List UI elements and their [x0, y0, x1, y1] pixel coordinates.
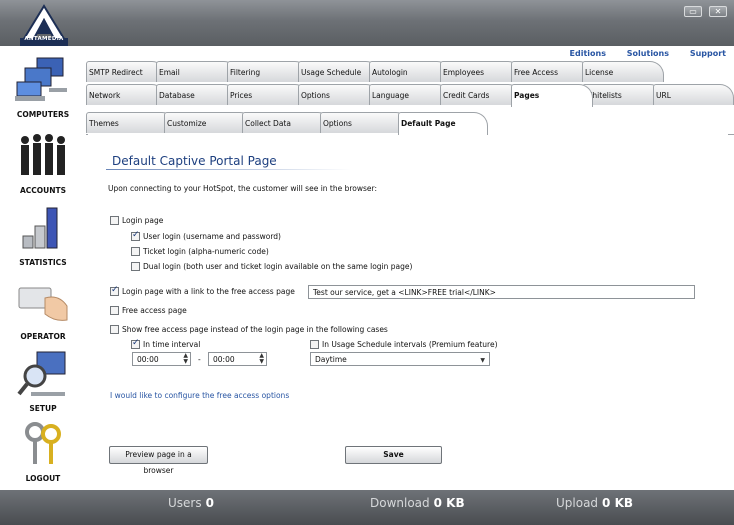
tab-collect-data[interactable]: Collect Data [242, 112, 332, 133]
computers-icon [15, 57, 67, 101]
tab-free-access[interactable]: Free Access [511, 61, 593, 82]
time-interval-checkbox[interactable] [131, 338, 140, 349]
tab-prices[interactable]: Prices [227, 84, 309, 105]
time-to-value: 00:00 [213, 355, 235, 364]
support-link[interactable]: Support [690, 49, 726, 58]
sidebar-label: LOGOUT [25, 474, 61, 483]
spin-arrows-icon[interactable]: ▲ ▼ [183, 353, 188, 365]
magnifier-monitor-icon [17, 351, 66, 396]
usage-schedule-checkbox[interactable] [310, 340, 319, 349]
tab-license[interactable]: License [582, 61, 664, 82]
tab-employees[interactable]: Employees [440, 61, 522, 82]
sidebar-label: SETUP [29, 404, 57, 413]
schedule-select[interactable]: Daytime ▼ [310, 352, 490, 366]
title-underline [106, 169, 351, 170]
time-to-input[interactable]: 00:00 ▲ ▼ [208, 352, 267, 366]
time-from-value: 00:00 [137, 355, 159, 364]
usage-schedule-label: In Usage Schedule intervals (Premium fea… [322, 340, 498, 349]
configure-free-access-link[interactable]: I would like to configure the free acces… [110, 391, 289, 400]
spin-arrows-icon[interactable]: ▲ ▼ [259, 353, 264, 365]
time-separator: - [198, 355, 201, 364]
users-label: Users [168, 496, 202, 510]
tab-database[interactable]: Database [156, 84, 238, 105]
free-access-checkbox[interactable] [110, 306, 119, 315]
tab-email[interactable]: Email [156, 61, 238, 82]
solutions-link[interactable]: Solutions [627, 49, 669, 58]
tab-themes[interactable]: Themes [86, 112, 176, 133]
login-page-checkbox[interactable] [110, 216, 119, 225]
download-label: Download [370, 496, 430, 510]
restore-button[interactable]: ▭ [684, 6, 702, 17]
sidebar-item-statistics[interactable]: STATISTICS [0, 202, 86, 267]
sidebar-label: STATISTICS [19, 258, 67, 267]
bar-chart-icon [22, 207, 58, 249]
tab-language[interactable]: Language [369, 84, 451, 105]
hand-card-icon [18, 287, 68, 321]
sidebar-item-accounts[interactable]: ACCOUNTS [0, 130, 86, 195]
upload-stat: Upload 0 KB [556, 496, 633, 510]
user-login-label: User login (username and password) [143, 232, 281, 241]
login-link-label: Login page with a link to the free acces… [122, 287, 295, 296]
login-page-label: Login page [122, 216, 164, 225]
tab-smtp-redirect[interactable]: SMTP Redirect [86, 61, 166, 82]
time-interval-label: In time interval [143, 340, 201, 349]
people-icon [21, 134, 65, 175]
users-stat: Users 0 [168, 496, 214, 510]
tab-options-sub[interactable]: Options [320, 112, 410, 133]
login-link-checkbox[interactable] [110, 285, 119, 296]
upload-value: 0 KB [602, 496, 634, 510]
upload-label: Upload [556, 496, 599, 510]
tab-url[interactable]: URL [653, 84, 734, 105]
status-bar: Users 0 Download 0 KB Upload 0 KB [0, 490, 734, 525]
logo-text: ANTAMEDIA [24, 36, 64, 42]
close-button[interactable]: ✕ [709, 6, 727, 17]
download-value: 0 KB [433, 496, 465, 510]
show-free-checkbox[interactable] [110, 325, 119, 334]
tab-filtering[interactable]: Filtering [227, 61, 309, 82]
tab-usage-schedule[interactable]: Usage Schedule [298, 61, 380, 82]
top-links: Editions Solutions Support [552, 49, 726, 58]
default-page-content: Default Captive Portal Page Upon connect… [88, 134, 728, 486]
page-title: Default Captive Portal Page [112, 154, 277, 168]
tab-options[interactable]: Options [298, 84, 380, 105]
users-value: 0 [205, 496, 214, 510]
show-free-label: Show free access page instead of the log… [122, 325, 388, 334]
dual-login-label: Dual login (both user and ticket login a… [143, 262, 413, 271]
sidebar-label: COMPUTERS [16, 110, 70, 119]
free-access-label: Free access page [122, 306, 187, 315]
sidebar: COMPUTERS ACCOUNTS STATISTICS OPERATOR S… [0, 46, 86, 490]
user-login-checkbox[interactable] [131, 230, 140, 241]
tab-pages[interactable]: Pages [511, 84, 593, 107]
intro-text: Upon connecting to your HotSpot, the cus… [108, 184, 378, 193]
download-stat: Download 0 KB [370, 496, 465, 510]
tab-whitelists[interactable]: Whitelists [582, 84, 664, 105]
tab-default-page[interactable]: Default Page [398, 112, 488, 135]
keys-icon [25, 422, 61, 464]
tab-credit-cards[interactable]: Credit Cards [440, 84, 522, 105]
sidebar-label: ACCOUNTS [19, 186, 67, 195]
login-link-text-input[interactable]: Test our service, get a <LINK>FREE trial… [308, 285, 695, 299]
tab-autologin[interactable]: Autologin [369, 61, 451, 82]
dual-login-checkbox[interactable] [131, 262, 140, 271]
ticket-login-label: Ticket login (alpha-numeric code) [143, 247, 269, 256]
tab-customize[interactable]: Customize [164, 112, 254, 133]
tab-network[interactable]: Network [86, 84, 166, 105]
preview-button[interactable]: Preview page in a browser [109, 446, 208, 475]
save-button[interactable]: Save [345, 446, 442, 464]
sidebar-item-computers[interactable]: COMPUTERS [0, 54, 86, 119]
sidebar-item-logout[interactable]: LOGOUT [0, 418, 86, 483]
sidebar-item-setup[interactable]: SETUP [0, 348, 86, 413]
sidebar-item-operator[interactable]: OPERATOR [0, 276, 86, 341]
dropdown-arrow-icon[interactable]: ▼ [480, 357, 485, 364]
schedule-value: Daytime [315, 355, 347, 364]
sidebar-label: OPERATOR [20, 332, 66, 341]
editions-link[interactable]: Editions [570, 49, 606, 58]
title-bar: ANTAMEDIA ▭ ✕ [0, 0, 734, 46]
time-from-input[interactable]: 00:00 ▲ ▼ [132, 352, 191, 366]
ticket-login-checkbox[interactable] [131, 247, 140, 256]
